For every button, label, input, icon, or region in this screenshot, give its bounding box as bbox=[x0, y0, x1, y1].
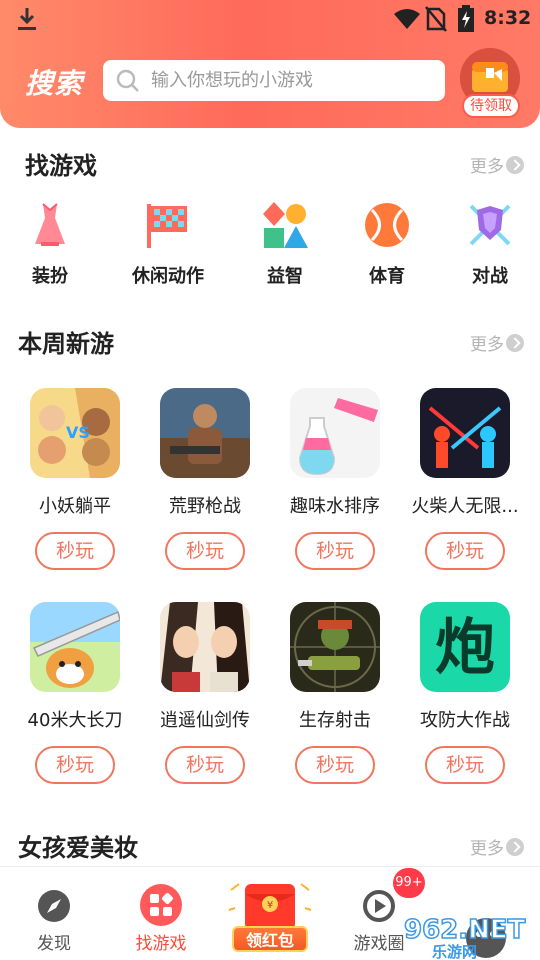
instant-play-button[interactable]: 秒玩 bbox=[165, 532, 245, 570]
download-icon bbox=[18, 8, 36, 30]
flag-icon bbox=[147, 204, 187, 248]
category-label: 装扮 bbox=[32, 266, 68, 287]
search-bar[interactable] bbox=[103, 60, 445, 101]
game-card[interactable]: 趣味水排序 秒玩 bbox=[270, 388, 400, 570]
category-label: 休闲动作 bbox=[132, 266, 204, 287]
section-title-find: 找游戏 bbox=[25, 152, 97, 180]
chevron-right-icon bbox=[506, 333, 524, 352]
category-label: 体育 bbox=[369, 266, 405, 287]
dress-icon bbox=[35, 203, 65, 246]
wifi-icon bbox=[394, 9, 420, 29]
game-thumbnail[interactable]: 炮 bbox=[420, 602, 510, 692]
ball-icon bbox=[365, 203, 409, 247]
svg-text:乐游网: 乐游网 bbox=[432, 943, 477, 960]
svg-text:962.NET: 962.NET bbox=[404, 915, 526, 945]
status-bar: 8:32 bbox=[0, 0, 540, 38]
game-name: 趣味水排序 bbox=[290, 496, 380, 517]
instant-play-button[interactable]: 秒玩 bbox=[425, 746, 505, 784]
game-name: 攻防大作战 bbox=[420, 710, 510, 731]
search-title: 搜索 bbox=[25, 67, 84, 100]
game-card[interactable]: VS 小妖躺平 秒玩 bbox=[10, 388, 140, 570]
search-input[interactable] bbox=[151, 70, 431, 91]
gift-pending-badge[interactable]: 待领取 bbox=[462, 94, 520, 118]
game-grid-icon bbox=[140, 884, 182, 926]
game-thumbnail[interactable]: VS bbox=[30, 388, 120, 478]
section-title-girls: 女孩爱美妆 bbox=[18, 834, 138, 862]
game-card[interactable]: 炮 攻防大作战 秒玩 bbox=[400, 602, 530, 784]
instant-play-button[interactable]: 秒玩 bbox=[35, 746, 115, 784]
game-circle-icon bbox=[363, 890, 395, 922]
game-thumbnail[interactable] bbox=[160, 388, 250, 478]
category-casual-action[interactable]: 休闲动作 bbox=[118, 200, 218, 288]
instant-play-button[interactable]: 秒玩 bbox=[35, 532, 115, 570]
battery-icon bbox=[458, 5, 474, 32]
instant-play-button[interactable]: 秒玩 bbox=[425, 532, 505, 570]
svg-text:¥: ¥ bbox=[267, 900, 273, 911]
game-card[interactable]: 荒野枪战 秒玩 bbox=[140, 388, 270, 570]
more-label: 更多 bbox=[470, 839, 504, 859]
category-puzzle[interactable]: 益智 bbox=[235, 200, 335, 288]
game-card[interactable]: 生存射击 秒玩 bbox=[270, 602, 400, 784]
no-sim-icon bbox=[425, 6, 447, 32]
category-dress-up[interactable]: 装扮 bbox=[0, 200, 100, 288]
game-name: 生存射击 bbox=[299, 710, 371, 731]
red-packet-label[interactable]: 领红包 bbox=[232, 926, 308, 952]
game-name: 逍遥仙剑传 bbox=[160, 710, 250, 731]
game-name: 火柴人无限... bbox=[411, 496, 519, 517]
game-card[interactable]: 逍遥仙剑传 秒玩 bbox=[140, 602, 270, 784]
nav-label: 发现 bbox=[37, 934, 71, 954]
svg-text:炮: 炮 bbox=[435, 613, 495, 683]
game-thumbnail[interactable] bbox=[290, 602, 380, 692]
category-label: 对战 bbox=[472, 266, 508, 287]
section-title-weekly: 本周新游 bbox=[18, 330, 114, 358]
instant-play-button[interactable]: 秒玩 bbox=[295, 532, 375, 570]
more-link-weekly[interactable]: 更多 bbox=[470, 330, 524, 355]
more-label: 更多 bbox=[470, 335, 504, 355]
more-link-girls[interactable]: 更多 bbox=[470, 834, 524, 859]
game-thumbnail[interactable] bbox=[160, 602, 250, 692]
nav-discover[interactable]: 发现 bbox=[9, 867, 99, 960]
category-label: 益智 bbox=[267, 266, 303, 287]
svg-text:VS: VS bbox=[66, 423, 90, 442]
game-card[interactable]: 火柴人无限... 秒玩 bbox=[400, 388, 530, 570]
game-thumbnail[interactable] bbox=[290, 388, 380, 478]
compass-icon bbox=[38, 890, 70, 922]
shapes-icon bbox=[263, 202, 308, 248]
more-label: 更多 bbox=[470, 157, 504, 177]
shield-icon bbox=[469, 204, 511, 246]
clock: 8:32 bbox=[484, 7, 532, 29]
game-name: 小妖躺平 bbox=[39, 496, 111, 517]
watermark-logo: 962.NET 乐游网 bbox=[403, 914, 526, 960]
game-thumbnail[interactable] bbox=[420, 388, 510, 478]
chevron-right-icon bbox=[506, 837, 524, 856]
game-thumbnail[interactable] bbox=[30, 602, 120, 692]
instant-play-button[interactable]: 秒玩 bbox=[165, 746, 245, 784]
notification-badge: 99+ bbox=[393, 868, 425, 898]
category-battle[interactable]: 对战 bbox=[440, 200, 540, 288]
more-link-find[interactable]: 更多 bbox=[470, 152, 524, 177]
instant-play-button[interactable]: 秒玩 bbox=[295, 746, 375, 784]
game-card[interactable]: 40米大长刀 秒玩 bbox=[10, 602, 140, 784]
nav-label: 找游戏 bbox=[135, 934, 187, 954]
nav-find-games[interactable]: 找游戏 bbox=[116, 867, 206, 960]
category-sports[interactable]: 体育 bbox=[337, 200, 437, 288]
chevron-right-icon bbox=[506, 155, 524, 174]
header: 8:32 搜索 待领取 bbox=[0, 0, 540, 128]
game-name: 40米大长刀 bbox=[27, 710, 123, 731]
search-icon bbox=[116, 69, 139, 92]
game-name: 荒野枪战 bbox=[169, 496, 241, 517]
